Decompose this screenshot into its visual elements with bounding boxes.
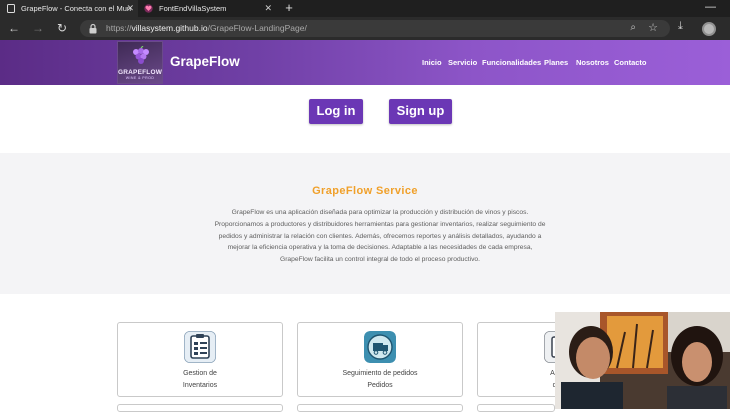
card-label: Seguimiento de pedidos Pedidos	[342, 370, 418, 389]
service-title: GrapeFlow Service	[312, 185, 418, 197]
browser-toolbar: ← → ↻ https://villasystem.github.io/Grap…	[0, 17, 730, 40]
back-icon[interactable]: ←	[6, 21, 22, 37]
lock-icon	[89, 23, 97, 34]
card-row-2	[117, 404, 283, 412]
new-tab-button[interactable]: +	[282, 0, 296, 17]
grapeflow-logo[interactable]: GRAPEFLOW WINE & PROD	[117, 41, 163, 84]
inventory-clipboard-icon	[184, 331, 216, 363]
login-button[interactable]: Log in	[309, 99, 363, 124]
service-description: GrapeFlow es una aplicación diseñada par…	[214, 209, 546, 264]
card-seguimiento-pedidos[interactable]: Seguimiento de pedidos Pedidos	[297, 322, 463, 397]
page-icon	[6, 4, 15, 13]
webcam-overlay	[555, 312, 730, 409]
nav-planes[interactable]: Planes	[544, 58, 568, 67]
reload-icon[interactable]: ↻	[54, 21, 70, 37]
nav-contacto[interactable]: Contacto	[614, 58, 647, 67]
close-icon[interactable]: ✕	[126, 3, 134, 14]
card-inventarios[interactable]: Gestion de Inventarios	[117, 322, 283, 397]
zoom-icon[interactable]: ⌕	[630, 22, 636, 33]
forward-icon[interactable]: →	[30, 21, 46, 37]
browser-tab-bar: GrapeFlow - Conecta con el Mun ✕ FontEnd…	[0, 0, 730, 17]
tab-grapeflow[interactable]: GrapeFlow - Conecta con el Mun ✕	[0, 0, 138, 17]
tab-title: FontEndVillaSystem	[159, 4, 227, 13]
url-text: https://villasystem.github.io/GrapeFlow-…	[106, 23, 307, 33]
nav-servicio[interactable]: Servicio	[448, 58, 477, 67]
heart-logo-icon	[144, 4, 153, 13]
tab-title: GrapeFlow - Conecta con el Mun	[21, 4, 132, 13]
logo-text: GRAPEFLOW	[117, 69, 163, 76]
nav-nosotros[interactable]: Nosotros	[576, 58, 609, 67]
card-row-2	[477, 404, 555, 412]
minimize-icon[interactable]: —	[705, 1, 716, 13]
card-label: Gestion de Inventarios	[182, 370, 218, 389]
order-tracking-icon	[364, 331, 396, 363]
nav-funcionalidades[interactable]: Funcionalidades	[482, 58, 541, 67]
tab-fontendvillasystem[interactable]: FontEndVillaSystem ✕	[138, 0, 276, 17]
address-bar[interactable]: https://villasystem.github.io/GrapeFlow-…	[80, 20, 670, 37]
site-header: GRAPEFLOW WINE & PROD GrapeFlow Inicio S…	[0, 40, 730, 85]
bookmark-star-icon[interactable]: ☆	[648, 21, 658, 34]
logo-subtext: WINE & PROD	[125, 76, 155, 80]
card-row-2	[297, 404, 463, 412]
download-icon[interactable]: ⤓	[678, 20, 683, 33]
brand-name[interactable]: GrapeFlow	[170, 54, 240, 69]
webcam-video-image	[555, 312, 730, 409]
nav-inicio[interactable]: Inicio	[422, 58, 442, 67]
signup-button[interactable]: Sign up	[389, 99, 452, 124]
close-icon[interactable]: ✕	[264, 3, 272, 14]
profile-avatar[interactable]	[702, 22, 716, 36]
grapes-logo-icon	[133, 46, 149, 64]
